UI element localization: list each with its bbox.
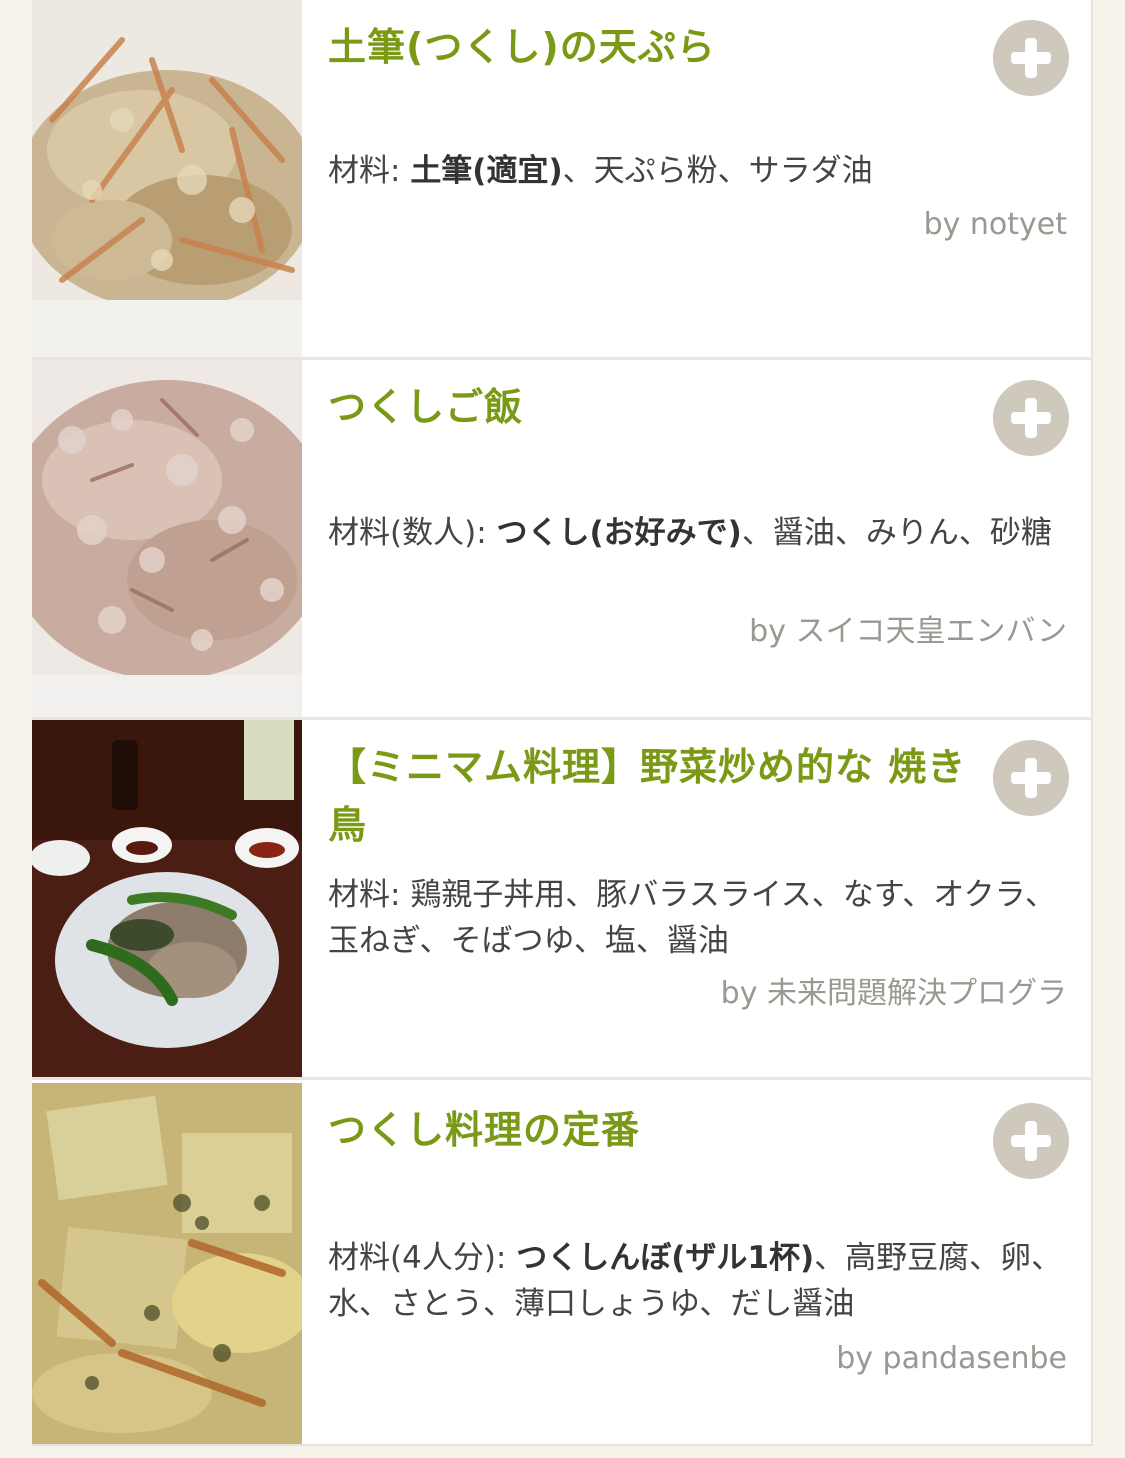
- add-favorite-button[interactable]: [993, 20, 1069, 96]
- recipe-author[interactable]: by スイコ天皇エンバン: [347, 612, 1067, 652]
- recipe-title[interactable]: 土筆(つくし)の天ぷら: [328, 18, 968, 76]
- recipe-photo-rice[interactable]: [32, 360, 302, 717]
- recipe-title[interactable]: つくしご飯: [328, 378, 968, 436]
- ingredients-label: 材料:: [328, 153, 411, 189]
- recipe-card[interactable]: 【ミニマム料理】野菜炒め的な 焼き鳥 材料: 鶏親子丼用、豚バラスライス、なす、…: [32, 720, 1091, 1080]
- recipe-card[interactable]: つくしご飯 材料(数人): つくし(お好みで)、醤油、みりん、砂糖 by スイコ…: [32, 360, 1091, 720]
- recipe-author[interactable]: by notyet: [347, 205, 1067, 245]
- recipe-author[interactable]: by pandasenbe: [347, 1339, 1067, 1379]
- recipe-author[interactable]: by 未来問題解決プログラ: [347, 974, 1067, 1014]
- recipe-title[interactable]: つくし料理の定番: [328, 1101, 968, 1159]
- recipe-card[interactable]: 土筆(つくし)の天ぷら 材料: 土筆(適宜)、天ぷら粉、サラダ油 by noty…: [32, 0, 1091, 360]
- add-favorite-button[interactable]: [993, 740, 1069, 816]
- ingredients-rest: 、天ぷら粉、サラダ油: [562, 153, 873, 189]
- ingredients-main: つくし(お好みで): [496, 515, 742, 551]
- ingredients-label: 材料:: [328, 877, 411, 913]
- recipe-photo-tofu[interactable]: [32, 1083, 302, 1444]
- recipe-card[interactable]: つくし料理の定番 材料(4人分): つくしんぼ(ザル1杯)、高野豆腐、卵、水、さ…: [32, 1083, 1091, 1444]
- ingredients-label: 材料(数人):: [328, 515, 497, 551]
- recipe-ingredients: 材料: 鶏親子丼用、豚バラスライス、なす、オクラ、玉ねぎ、そばつゆ、塩、醤油: [328, 872, 1068, 964]
- recipe-ingredients: 材料(4人分): つくしんぼ(ザル1杯)、高野豆腐、卵、水、さとう、薄口しょうゆ…: [328, 1235, 1068, 1327]
- ingredients-label: 材料(4人分):: [328, 1240, 517, 1276]
- recipe-ingredients: 材料: 土筆(適宜)、天ぷら粉、サラダ油: [328, 148, 1068, 194]
- recipe-photo-tempura[interactable]: [32, 0, 302, 357]
- add-favorite-button[interactable]: [993, 380, 1069, 456]
- recipe-title[interactable]: 【ミニマム料理】野菜炒め的な 焼き鳥: [328, 738, 968, 854]
- ingredients-rest: 、醤油、みりん、砂糖: [741, 515, 1052, 551]
- ingredients-rest: 鶏親子丼用、豚バラスライス、なす、オクラ、玉ねぎ、そばつゆ、塩、醤油: [328, 877, 1057, 959]
- recipe-ingredients: 材料(数人): つくし(お好みで)、醤油、みりん、砂糖: [328, 510, 1068, 556]
- add-favorite-button[interactable]: [993, 1103, 1069, 1179]
- recipe-list: 土筆(つくし)の天ぷら 材料: 土筆(適宜)、天ぷら粉、サラダ油 by noty…: [32, 0, 1093, 1446]
- recipe-photo-yakitori[interactable]: [32, 720, 302, 1077]
- ingredients-main: 土筆(適宜): [410, 153, 563, 189]
- ingredients-main: つくしんぼ(ザル1杯): [516, 1240, 815, 1276]
